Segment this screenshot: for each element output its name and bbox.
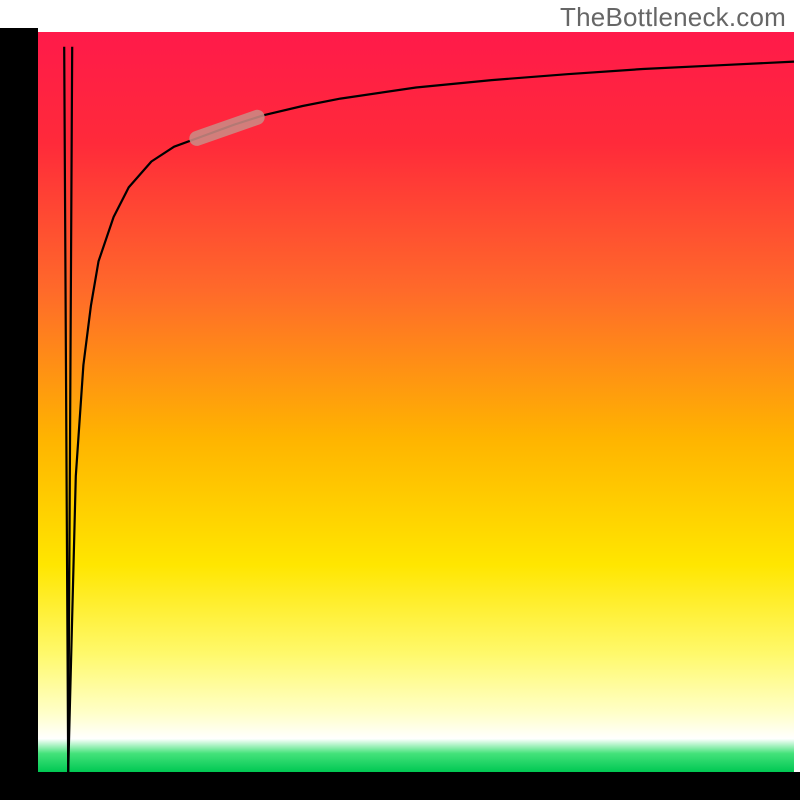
watermark-text: TheBottleneck.com xyxy=(560,2,786,33)
plot-background xyxy=(38,32,794,772)
x-axis-bar xyxy=(0,772,800,800)
y-axis-bar xyxy=(0,28,38,800)
bottleneck-chart xyxy=(0,0,800,800)
chart-stage: TheBottleneck.com xyxy=(0,0,800,800)
